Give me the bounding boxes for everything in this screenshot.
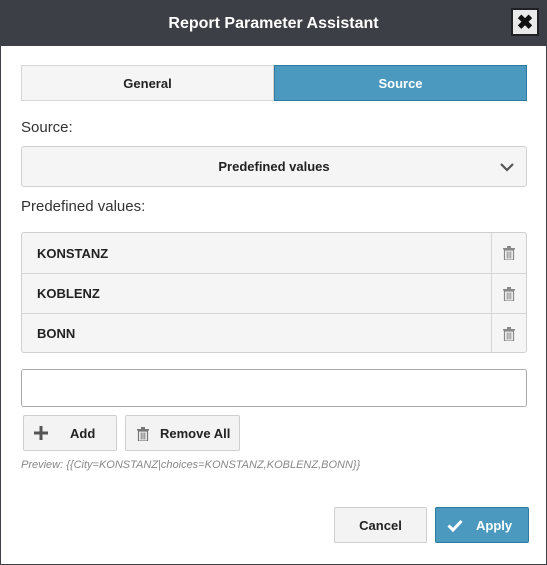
- trash-icon: [503, 246, 515, 260]
- delete-item-button[interactable]: [491, 233, 526, 273]
- tab-source[interactable]: Source: [274, 65, 527, 101]
- list-item-value: BONN: [37, 326, 76, 341]
- list-item: KOBLENZ: [22, 273, 526, 313]
- remove-all-button[interactable]: Remove All: [125, 415, 240, 451]
- list-item: BONN: [22, 313, 526, 353]
- add-button-label: Add: [70, 425, 96, 441]
- remove-all-button-label: Remove All: [160, 425, 231, 441]
- apply-button-label: Apply: [476, 517, 513, 533]
- source-select[interactable]: Predefined values: [21, 146, 527, 187]
- dialog-titlebar: Report Parameter Assistant ✖: [1, 1, 546, 46]
- list-item-value: KOBLENZ: [37, 286, 100, 301]
- predefined-values-label: Predefined values:: [21, 198, 146, 215]
- chevron-down-icon: [500, 163, 514, 172]
- tab-bar: General Source: [21, 65, 527, 101]
- plus-icon: [34, 426, 48, 440]
- add-button[interactable]: Add: [23, 415, 117, 451]
- delete-item-button[interactable]: [491, 274, 526, 313]
- trash-icon: [137, 427, 149, 441]
- preview-text: Preview: {{City=KONSTANZ|choices=KONSTAN…: [21, 459, 361, 471]
- trash-icon: [503, 326, 515, 341]
- report-parameter-dialog: Report Parameter Assistant ✖ General Sou…: [0, 0, 547, 565]
- trash-icon: [503, 286, 515, 301]
- list-item: KONSTANZ: [22, 233, 526, 273]
- close-button[interactable]: ✖: [511, 8, 539, 36]
- dialog-title: Report Parameter Assistant: [168, 15, 379, 32]
- source-select-value: Predefined values: [218, 159, 330, 174]
- list-item-value: KONSTANZ: [37, 245, 109, 261]
- close-icon: ✖: [516, 11, 534, 34]
- delete-item-button[interactable]: [491, 314, 526, 353]
- checkmark-icon: [447, 519, 463, 532]
- tab-general[interactable]: General: [21, 65, 274, 101]
- source-label: Source:: [21, 119, 73, 136]
- cancel-button-label: Cancel: [359, 517, 402, 533]
- predefined-values-list: KONSTANZ KOBLENZ BONN: [21, 232, 527, 353]
- new-value-input[interactable]: [21, 369, 527, 407]
- apply-button[interactable]: Apply: [435, 507, 529, 543]
- cancel-button[interactable]: Cancel: [334, 507, 427, 543]
